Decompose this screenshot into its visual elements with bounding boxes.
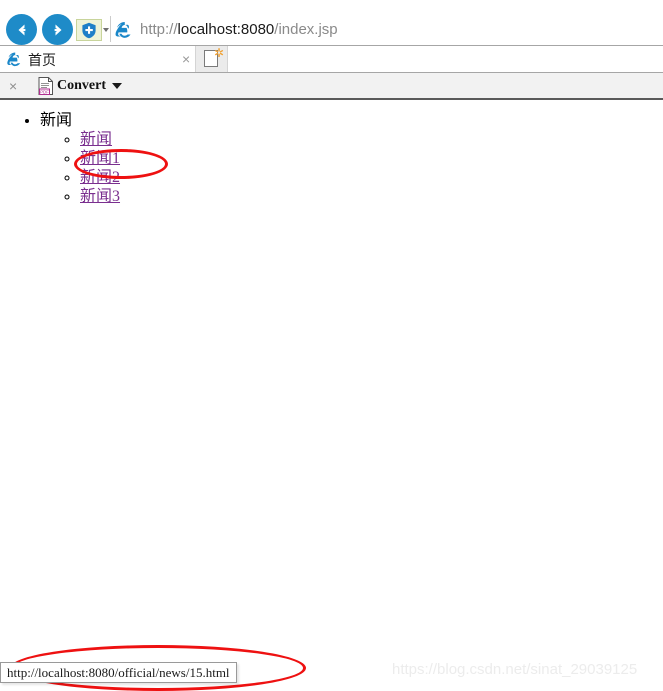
url-prefix: http:// xyxy=(140,21,178,38)
page-content: 新闻 新闻 新闻1 新闻2 新闻3 xyxy=(0,101,663,691)
svg-text:PDF: PDF xyxy=(40,89,49,94)
news-list: 新闻 新闻 新闻1 新闻2 新闻3 xyxy=(0,101,663,206)
list-item: 新闻2 xyxy=(80,168,663,187)
list-item: 新闻 新闻 新闻1 新闻2 新闻3 xyxy=(40,111,663,206)
tracking-protection-button[interactable] xyxy=(76,19,102,41)
news-link-3[interactable]: 新闻3 xyxy=(80,188,120,205)
status-bar: http://localhost:8080/official/news/15.h… xyxy=(0,662,237,683)
arrow-right-icon xyxy=(54,24,61,35)
pdf-document-icon: PDF xyxy=(38,77,53,95)
shield-plus-icon xyxy=(82,22,96,38)
forward-button[interactable] xyxy=(42,14,73,45)
addon-toolbar: × PDF Convert xyxy=(0,73,663,100)
new-tab-button[interactable]: ✲ xyxy=(196,46,228,72)
chevron-down-icon[interactable] xyxy=(103,28,109,32)
back-button[interactable] xyxy=(6,14,37,45)
address-bar-url[interactable]: http://localhost:8080/index.jsp xyxy=(140,21,338,38)
close-icon[interactable]: × xyxy=(182,52,190,66)
url-path: /index.jsp xyxy=(274,21,338,38)
arrow-left-icon xyxy=(18,24,25,35)
news-link-0[interactable]: 新闻 xyxy=(80,131,112,148)
convert-label: Convert xyxy=(57,78,106,93)
tab-bar: 首页 × ✲ xyxy=(0,46,663,73)
status-bar-url: http://localhost:8080/official/news/15.h… xyxy=(7,664,230,680)
news-category-label: 新闻 xyxy=(40,112,73,129)
browser-tab-home[interactable]: 首页 × xyxy=(0,46,196,72)
ie-logo-icon xyxy=(115,21,131,38)
list-item: 新闻1 xyxy=(80,149,663,168)
url-domain: localhost:8080 xyxy=(177,21,275,38)
sparkle-icon: ✲ xyxy=(214,46,225,60)
pdf-convert-button[interactable]: PDF Convert xyxy=(38,76,106,96)
chevron-down-icon[interactable] xyxy=(112,83,122,89)
list-item: 新闻 xyxy=(80,130,663,149)
tab-title: 首页 xyxy=(28,52,56,68)
news-link-1[interactable]: 新闻1 xyxy=(80,150,120,167)
news-sublist: 新闻 新闻1 新闻2 新闻3 xyxy=(40,130,663,206)
address-bar-row: http://localhost:8080/index.jsp xyxy=(0,0,663,46)
browser-chrome: http://localhost:8080/index.jsp 首页 × ✲ × xyxy=(0,0,663,100)
ie-logo-icon xyxy=(7,52,21,67)
list-item: 新闻3 xyxy=(80,187,663,206)
close-icon[interactable]: × xyxy=(9,79,17,93)
news-link-2[interactable]: 新闻2 xyxy=(80,169,120,186)
address-bar-divider xyxy=(110,16,111,42)
